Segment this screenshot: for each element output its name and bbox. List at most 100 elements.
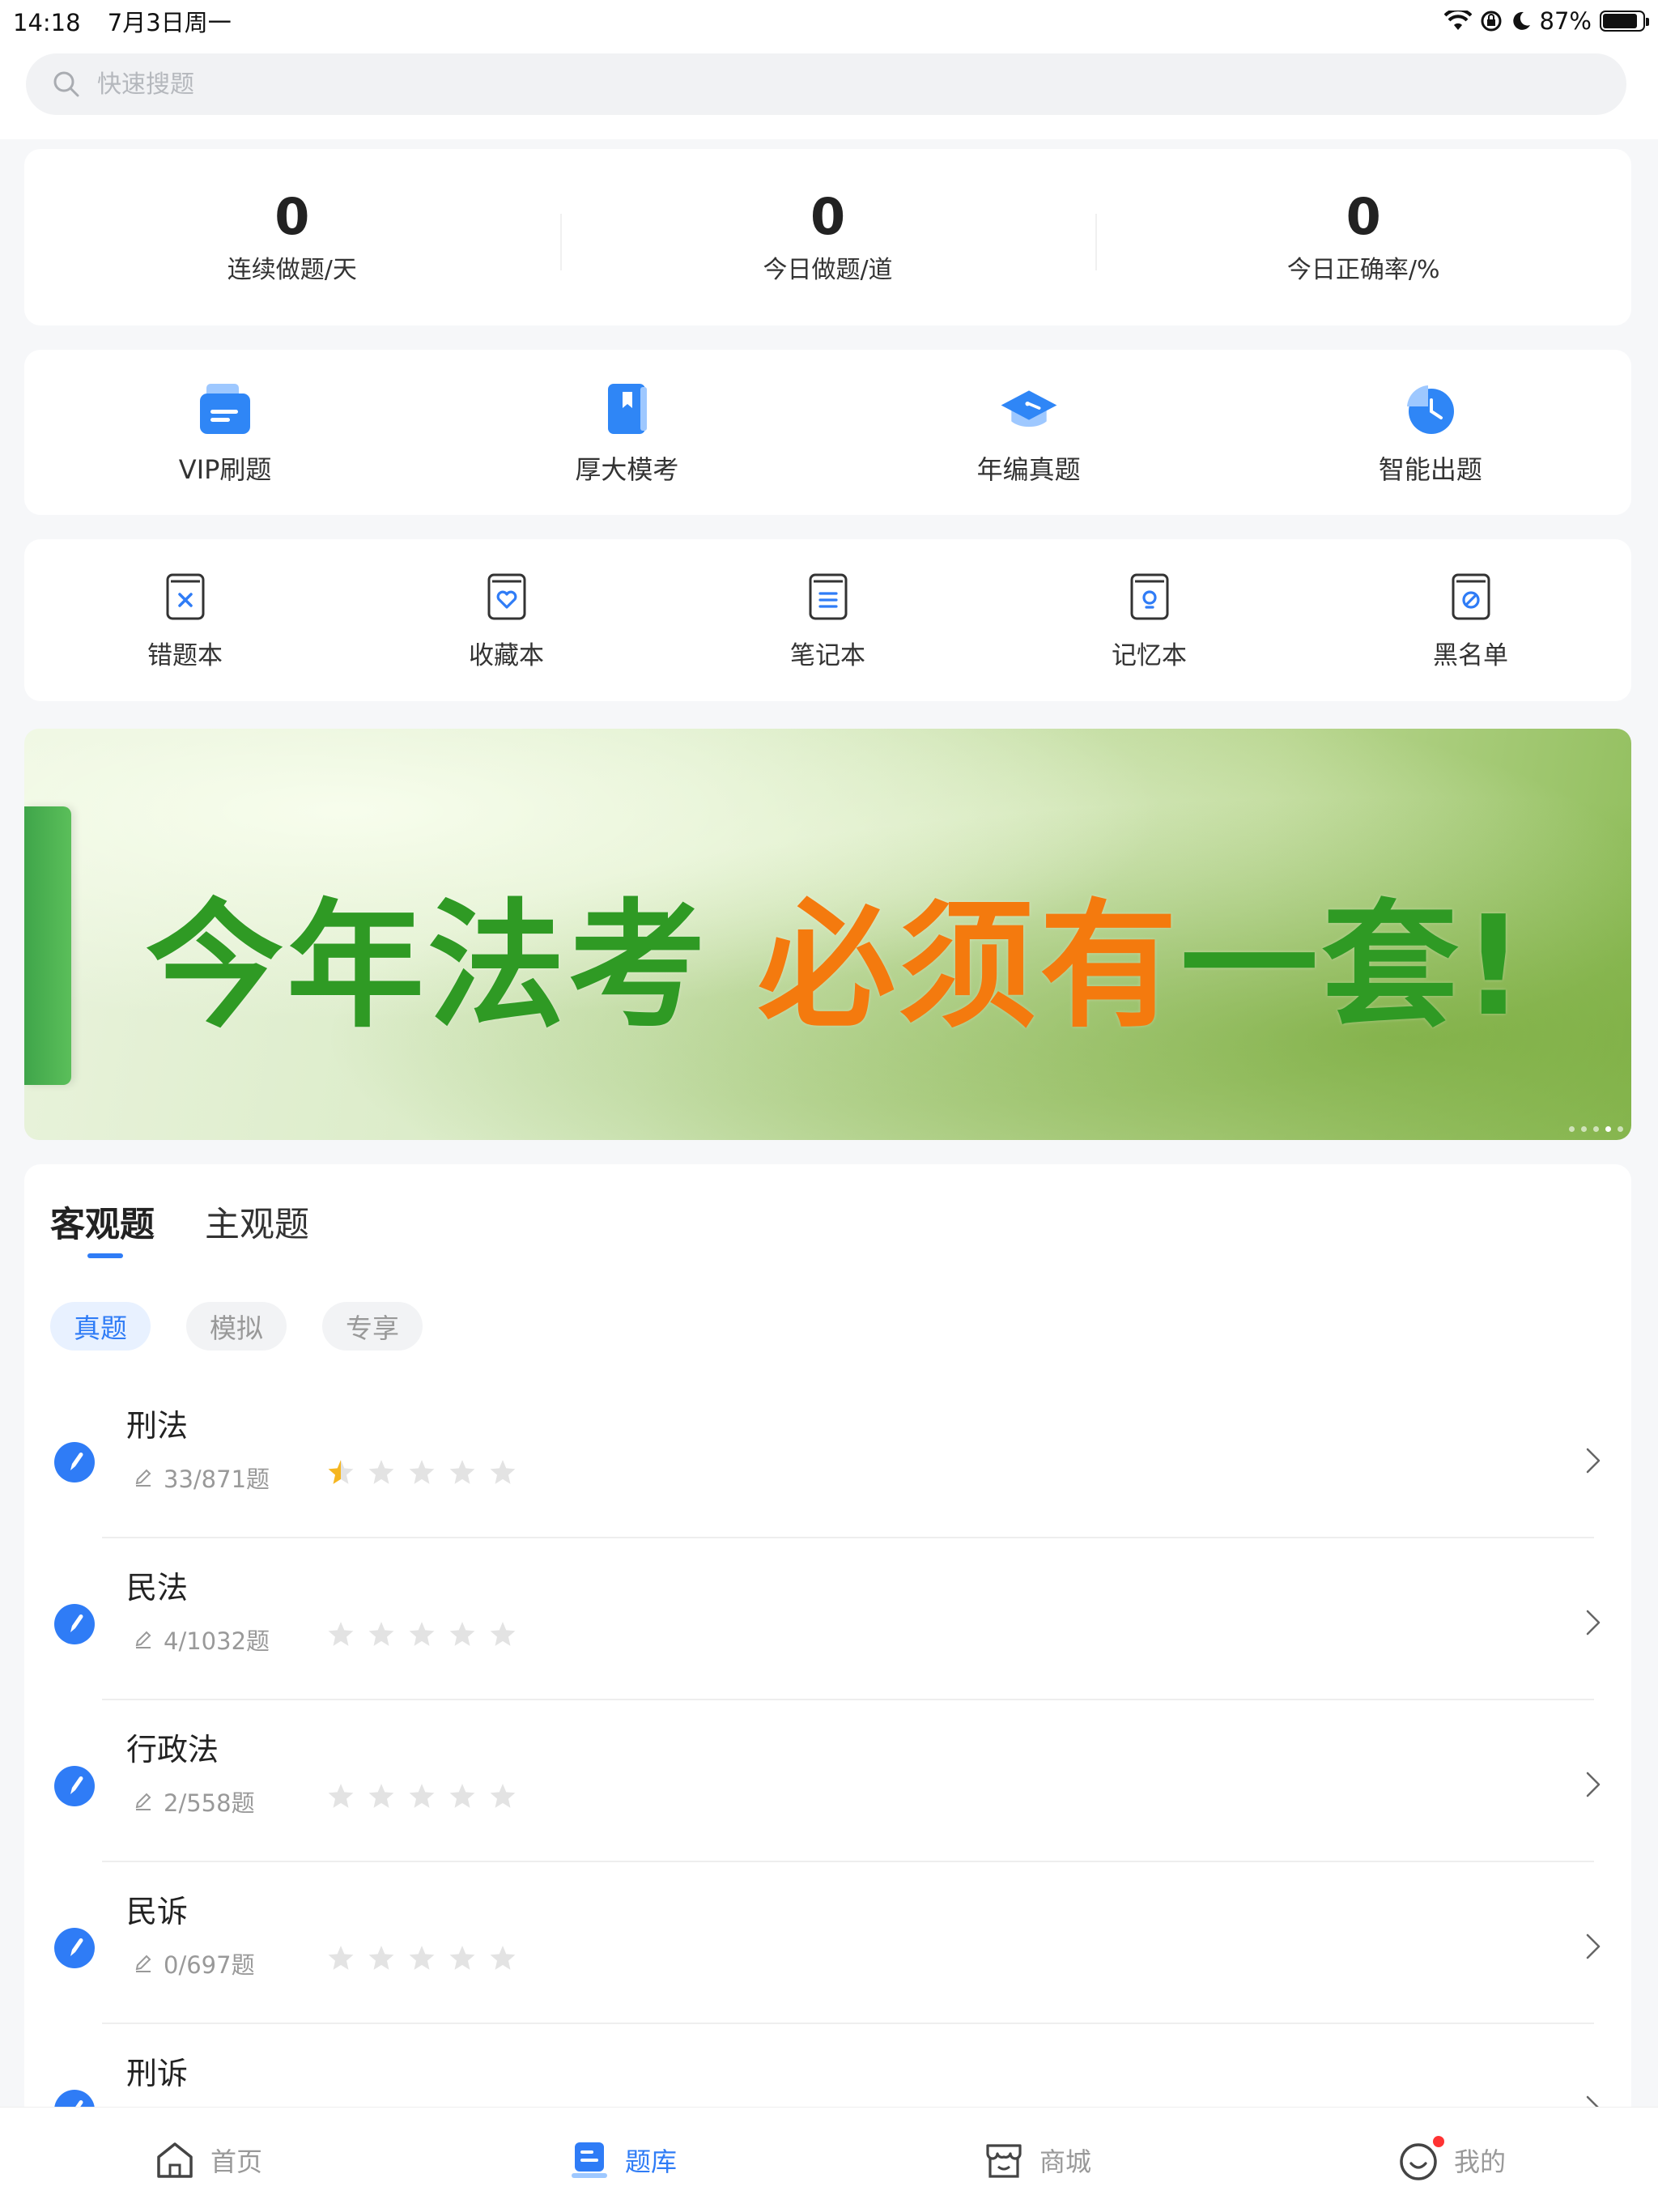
banner-slogan: 今年法考 必须有一套! [146, 854, 1528, 1053]
quick-label: VIP刷题 [178, 454, 272, 485]
star-icon [368, 1784, 394, 1808]
banner-dot-active[interactable] [1605, 1126, 1611, 1132]
subject-row[interactable]: 行政法 2/558题 [24, 1700, 1631, 1862]
status-time: 14:18 [13, 9, 81, 36]
subject-progress: 33/871题 [133, 1461, 270, 1495]
wifi-icon [1443, 11, 1472, 30]
subject-name: 刑诉 [126, 2056, 189, 2091]
subject-progress: 2/558题 [133, 1784, 255, 1819]
stat-today-count: 0 今日做题/道 [559, 189, 1096, 285]
status-date: 7月3日周一 [107, 9, 232, 36]
subject-row[interactable]: 民法 4/1032题 [24, 1538, 1631, 1700]
stat-accuracy: 0 今日正确率/% [1095, 189, 1631, 285]
notebook-memory[interactable]: 记忆本 [988, 570, 1310, 671]
star-icon [490, 1946, 516, 1970]
star-icon [449, 1460, 475, 1484]
banner-dot[interactable] [1618, 1126, 1623, 1132]
star-icon [409, 1784, 435, 1808]
notebook-label: 收藏本 [469, 640, 544, 670]
subject-progress: 0/697题 [133, 1946, 255, 1980]
chip-real-exam[interactable]: 真题 [50, 1302, 151, 1351]
folder-icon [194, 378, 256, 440]
question-type-tabs: 客观题 主观题 [50, 1197, 309, 1258]
quick-item-smart-quiz[interactable]: 智能出题 [1230, 378, 1631, 487]
notebook-label: 错题本 [147, 640, 223, 670]
subject-row[interactable]: 民诉 0/697题 [24, 1862, 1631, 2024]
notebook-favorites[interactable]: 收藏本 [346, 570, 667, 671]
notebook-label: 笔记本 [790, 640, 865, 670]
tabbar-label: 首页 [210, 2146, 262, 2177]
tabbar-profile[interactable]: 我的 [1244, 2108, 1658, 2212]
notebook-menu: 错题本 收藏本 笔记本 记忆本 黑名单 [24, 539, 1631, 701]
subject-row[interactable]: 刑法 33/871题 [24, 1376, 1631, 1538]
banner-pagination[interactable] [1569, 1126, 1623, 1132]
favorite-book-icon [487, 573, 525, 619]
stat-label: 今日做题/道 [763, 256, 893, 285]
banner-dot[interactable] [1581, 1126, 1587, 1132]
blacklist-book-icon [1452, 573, 1490, 619]
stat-label: 今日正确率/% [1286, 256, 1440, 285]
chevron-right-icon [1586, 1448, 1601, 1474]
subject-progress-text: 0/697题 [164, 1951, 255, 1979]
chevron-right-icon [1586, 1772, 1601, 1797]
banner-dot[interactable] [1569, 1126, 1575, 1132]
status-bar: 14:18 7月3日周一 87% [0, 0, 1658, 42]
chevron-right-icon [1586, 1933, 1601, 1959]
notebook-blacklist[interactable]: 黑名单 [1310, 570, 1631, 671]
tab-subjective[interactable]: 主观题 [205, 1197, 309, 1247]
question-bank-card: 客观题 主观题 真题 模拟 专享 刑法 33/871题 民法 4/1032题 行… [24, 1164, 1631, 2212]
notebook-notes[interactable]: 笔记本 [667, 570, 988, 671]
notebook-wrong[interactable]: 错题本 [24, 570, 346, 671]
subject-progress-text: 33/871题 [164, 1465, 270, 1493]
star-icon [328, 1622, 354, 1646]
notebook-label: 记忆本 [1112, 640, 1187, 670]
bottom-tab-bar: 首页 题库 商城 我的 [0, 2107, 1658, 2212]
battery-percent: 87% [1539, 7, 1592, 35]
subject-rating [327, 1459, 517, 1485]
orientation-lock-icon [1481, 11, 1502, 32]
stat-value: 0 [1346, 186, 1381, 246]
tabbar-home[interactable]: 首页 [0, 2108, 414, 2212]
banner-dot[interactable] [1593, 1126, 1599, 1132]
quick-item-annual-exam[interactable]: 年编真题 [828, 378, 1230, 487]
subject-progress-text: 4/1032题 [164, 1627, 270, 1655]
chip-simulation[interactable]: 模拟 [186, 1302, 287, 1351]
edit-icon [135, 1793, 151, 1810]
star-icon [328, 1460, 354, 1484]
chip-exclusive[interactable]: 专享 [322, 1302, 423, 1351]
memory-book-icon [1130, 573, 1168, 619]
notebook-label: 黑名单 [1433, 640, 1508, 670]
search-icon [53, 71, 79, 97]
tabbar-question-bank[interactable]: 题库 [414, 2108, 829, 2212]
promo-banner[interactable]: 今年法考 必须有一套! [24, 729, 1631, 1140]
tabbar-store[interactable]: 商城 [829, 2108, 1244, 2212]
profile-smile-icon [1396, 2135, 1444, 2183]
edit-icon [135, 1955, 151, 1972]
tabbar-label: 商城 [1039, 2146, 1091, 2177]
search-bar[interactable] [26, 53, 1626, 115]
store-icon [986, 2143, 1022, 2178]
quick-item-vip[interactable]: VIP刷题 [24, 378, 426, 487]
status-left: 14:18 7月3日周一 [13, 4, 251, 38]
tabbar-label: 我的 [1453, 2146, 1506, 2177]
star-icon [409, 1622, 435, 1646]
star-icon [409, 1946, 435, 1970]
quick-label: 年编真题 [976, 454, 1081, 485]
subject-progress: 4/1032题 [133, 1623, 270, 1657]
tab-objective[interactable]: 客观题 [50, 1197, 155, 1258]
wrong-book-icon [166, 573, 204, 619]
search-input[interactable] [97, 70, 1473, 99]
star-icon [490, 1460, 516, 1484]
pencil-icon [54, 1766, 95, 1806]
notification-dot [1432, 2135, 1444, 2147]
star-icon [490, 1622, 516, 1646]
quick-item-mock-exam[interactable]: 厚大模考 [426, 378, 827, 487]
filter-chips: 真题 模拟 专享 [50, 1302, 423, 1351]
note-book-icon [809, 573, 847, 619]
star-icon [328, 1784, 354, 1808]
subject-rating [327, 1621, 517, 1647]
edit-icon [135, 1469, 151, 1487]
home-icon [157, 2142, 193, 2178]
chevron-right-icon [1586, 1610, 1601, 1636]
battery-icon [1600, 11, 1649, 32]
